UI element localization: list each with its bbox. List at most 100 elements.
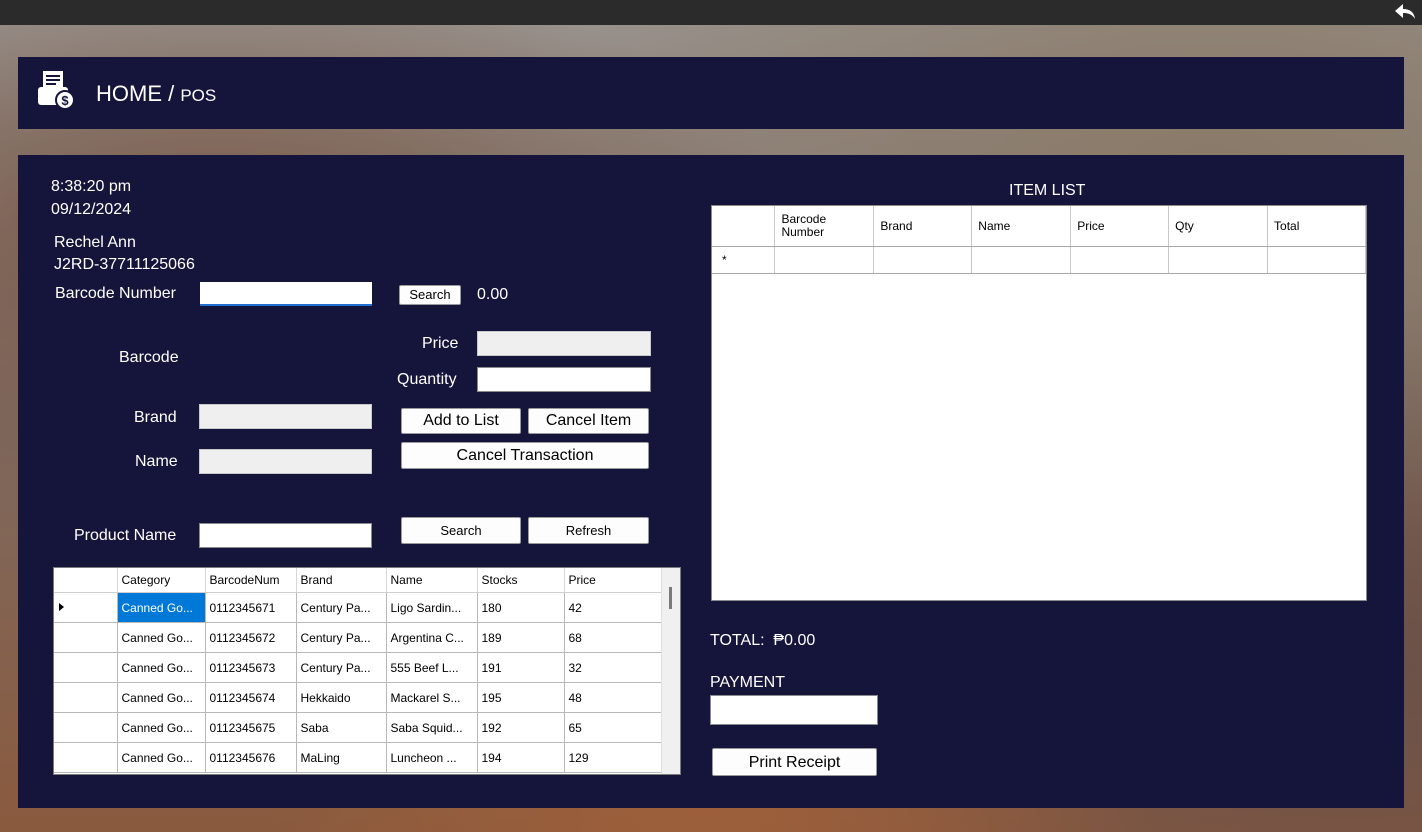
column-header-price[interactable]: Price: [564, 568, 665, 593]
table-cell[interactable]: Canned Go...: [117, 622, 206, 653]
table-row[interactable]: Canned Go... 0112345676 MaLing Luncheon …: [54, 742, 665, 773]
row-header[interactable]: [54, 622, 118, 653]
table-cell[interactable]: 0112345674: [205, 682, 297, 713]
back-arrow-icon[interactable]: [1394, 2, 1416, 22]
add-to-list-button[interactable]: Add to List: [401, 408, 521, 434]
table-cell[interactable]: [971, 246, 1072, 274]
table-cell[interactable]: 0112345675: [205, 712, 297, 743]
table-cell[interactable]: 195: [477, 682, 565, 713]
table-cell[interactable]: 32: [564, 652, 665, 683]
new-row[interactable]: *: [712, 246, 1366, 274]
table-row[interactable]: Canned Go... 0112345673 Century Pa... 55…: [54, 652, 665, 683]
barcode-label: Barcode: [119, 349, 179, 366]
row-header[interactable]: [54, 712, 118, 743]
receipt-dollar-icon: $: [38, 71, 75, 110]
product-name-input[interactable]: [199, 523, 372, 548]
title-bar: [0, 0, 1422, 25]
table-cell[interactable]: 189: [477, 622, 565, 653]
row-header[interactable]: [54, 742, 118, 773]
price-field: [477, 331, 651, 356]
table-cell[interactable]: Canned Go...: [117, 712, 206, 743]
column-header-qty[interactable]: Qty: [1168, 206, 1269, 247]
cashier-id: J2RD-37711125066: [54, 256, 195, 273]
cashier-name: Rechel Ann: [54, 234, 136, 251]
row-header[interactable]: [54, 652, 118, 683]
column-header-stocks[interactable]: Stocks: [477, 568, 565, 593]
cancel-transaction-button[interactable]: Cancel Transaction: [401, 442, 649, 469]
breadcrumb-current: POS: [180, 86, 217, 105]
table-cell[interactable]: Canned Go...: [117, 682, 206, 713]
table-cell[interactable]: 0112345672: [205, 622, 297, 653]
table-cell[interactable]: 0112345671: [205, 592, 297, 623]
column-header-name[interactable]: Name: [971, 206, 1072, 247]
products-grid[interactable]: Category BarcodeNum Brand Name Stocks Pr…: [53, 567, 681, 775]
column-header-barcode-number[interactable]: Barcode Number: [774, 206, 875, 247]
svg-text:$: $: [61, 93, 69, 108]
total-display: TOTAL: ₱0.00: [710, 632, 815, 650]
pos-panel: 8:38:20 pm 09/12/2024 Rechel Ann J2RD-37…: [18, 155, 1404, 808]
item-list-grid[interactable]: Barcode Number Brand Name Price Qty Tota…: [711, 205, 1367, 601]
quantity-input[interactable]: [477, 367, 651, 392]
table-cell[interactable]: Ligo Sardin...: [386, 592, 478, 623]
refresh-button[interactable]: Refresh: [528, 517, 649, 544]
row-header[interactable]: [54, 682, 118, 713]
quantity-label: Quantity: [397, 371, 457, 388]
current-row-indicator-icon[interactable]: [54, 592, 118, 623]
table-cell[interactable]: [774, 246, 875, 274]
total-value: ₱0.00: [773, 632, 816, 649]
table-cell[interactable]: 192: [477, 712, 565, 743]
barcode-search-button[interactable]: Search: [399, 285, 461, 305]
products-scrollbar[interactable]: [661, 568, 680, 774]
column-header-category[interactable]: Category: [117, 568, 206, 593]
product-search-button[interactable]: Search: [401, 517, 521, 544]
table-cell[interactable]: Canned Go...: [117, 592, 206, 623]
barcode-number-input[interactable]: [200, 282, 372, 306]
payment-input[interactable]: [710, 695, 878, 725]
table-cell[interactable]: Hekkaido: [296, 682, 387, 713]
column-header-barcodenum[interactable]: BarcodeNum: [205, 568, 297, 593]
table-cell[interactable]: Saba Squid...: [386, 712, 478, 743]
table-cell[interactable]: 0112345673: [205, 652, 297, 683]
table-cell[interactable]: MaLing: [296, 742, 387, 773]
column-header-brand[interactable]: Brand: [296, 568, 387, 593]
scrollbar-thumb[interactable]: [669, 587, 672, 609]
table-cell[interactable]: Century Pa...: [296, 592, 387, 623]
column-header-brand[interactable]: Brand: [873, 206, 973, 247]
table-cell[interactable]: 180: [477, 592, 565, 623]
brand-label: Brand: [134, 409, 177, 426]
table-cell[interactable]: 194: [477, 742, 565, 773]
table-cell[interactable]: 555 Beef L...: [386, 652, 478, 683]
table-cell[interactable]: 65: [564, 712, 665, 743]
table-row[interactable]: Canned Go... 0112345674 Hekkaido Mackare…: [54, 682, 665, 713]
table-cell[interactable]: 191: [477, 652, 565, 683]
column-header-price[interactable]: Price: [1070, 206, 1170, 247]
table-cell[interactable]: Mackarel S...: [386, 682, 478, 713]
table-cell[interactable]: Century Pa...: [296, 622, 387, 653]
cancel-item-button[interactable]: Cancel Item: [528, 408, 649, 434]
print-receipt-button[interactable]: Print Receipt: [712, 748, 877, 776]
table-cell[interactable]: 0112345676: [205, 742, 297, 773]
table-cell[interactable]: Luncheon ...: [386, 742, 478, 773]
table-cell[interactable]: 48: [564, 682, 665, 713]
table-cell[interactable]: [1267, 246, 1366, 274]
breadcrumb-home[interactable]: HOME: [96, 81, 162, 106]
table-cell[interactable]: [873, 246, 973, 274]
row-header-corner: [712, 206, 776, 247]
table-cell[interactable]: 68: [564, 622, 665, 653]
column-header-name[interactable]: Name: [386, 568, 478, 593]
table-cell[interactable]: Saba: [296, 712, 387, 743]
column-header-total[interactable]: Total: [1267, 206, 1366, 247]
table-row[interactable]: Canned Go... 0112345675 Saba Saba Squid.…: [54, 712, 665, 743]
table-cell[interactable]: Argentina C...: [386, 622, 478, 653]
table-cell[interactable]: Century Pa...: [296, 652, 387, 683]
table-cell[interactable]: 129: [564, 742, 665, 773]
new-row-marker: *: [712, 246, 776, 274]
table-row[interactable]: Canned Go... 0112345671 Century Pa... Li…: [54, 592, 665, 623]
table-cell[interactable]: [1070, 246, 1170, 274]
table-cell[interactable]: Canned Go...: [117, 652, 206, 683]
table-cell[interactable]: Canned Go...: [117, 742, 206, 773]
table-cell[interactable]: 42: [564, 592, 665, 623]
table-cell[interactable]: [1168, 246, 1269, 274]
table-row[interactable]: Canned Go... 0112345672 Century Pa... Ar…: [54, 622, 665, 653]
products-header-row: Category BarcodeNum Brand Name Stocks Pr…: [54, 568, 665, 593]
